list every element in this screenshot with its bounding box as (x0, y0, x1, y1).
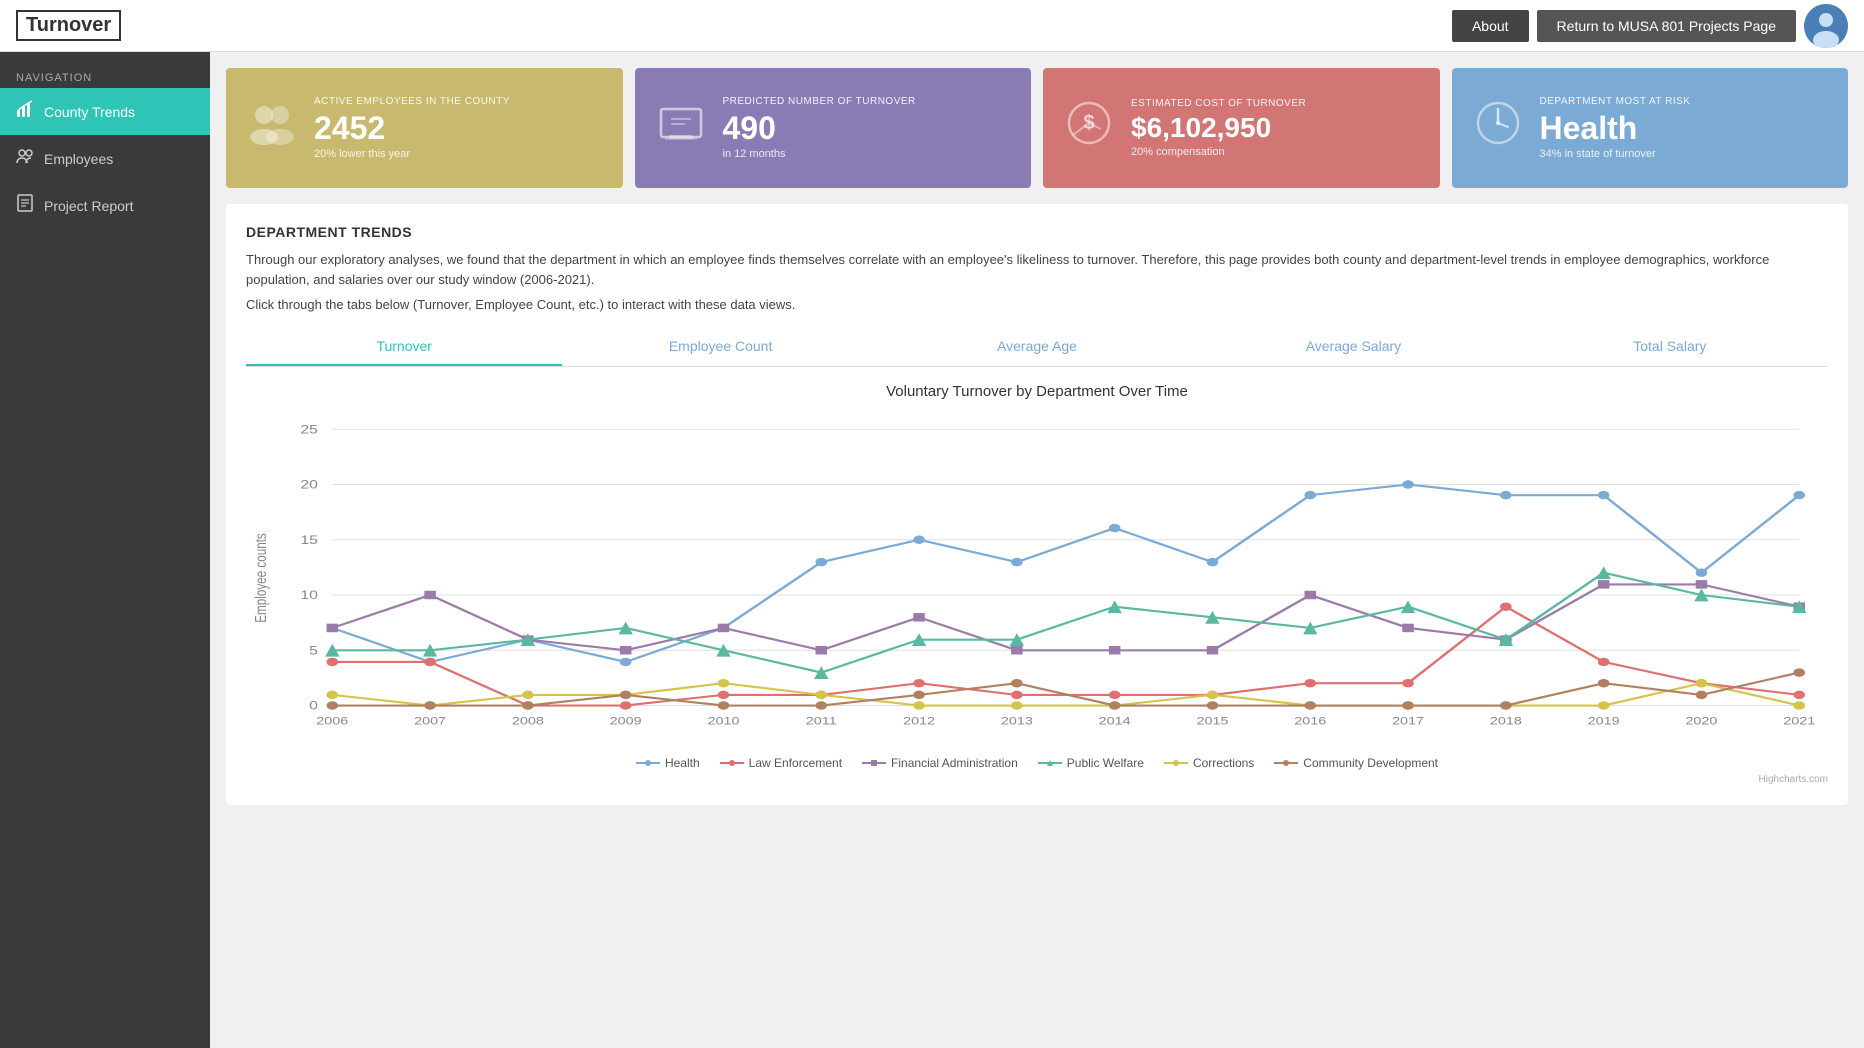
svg-text:2008: 2008 (512, 715, 544, 727)
tab-turnover[interactable]: Turnover (246, 328, 562, 366)
svg-text:10: 10 (300, 588, 318, 601)
employees-icon (16, 147, 34, 170)
sidebar-item-employees[interactable]: Employees (0, 135, 210, 182)
dept-at-risk-value: Health (1540, 111, 1691, 146)
chart-title: Voluntary Turnover by Department Over Ti… (246, 383, 1828, 400)
svg-text:2007: 2007 (414, 715, 446, 727)
line-chart-svg: Employee counts 25 20 15 (246, 408, 1828, 748)
dept-at-risk-text: DEPARTMENT MOST AT RISK Health 34% in st… (1540, 96, 1691, 160)
card-estimated-cost: $ ESTIMATED COST OF TURNOVER $6,102,950 … (1043, 68, 1440, 188)
trends-instruction: Click through the tabs below (Turnover, … (246, 297, 1828, 312)
nav-label: NAVIGATION (0, 64, 210, 88)
predicted-turnover-value: 490 (723, 111, 916, 146)
svg-text:2017: 2017 (1392, 715, 1424, 727)
card-dept-at-risk: DEPARTMENT MOST AT RISK Health 34% in st… (1452, 68, 1849, 188)
svg-text:2016: 2016 (1294, 715, 1326, 727)
tab-average-age[interactable]: Average Age (879, 328, 1195, 366)
header-right: About Return to MUSA 801 Projects Page (1452, 4, 1848, 48)
svg-text:15: 15 (300, 533, 318, 546)
svg-text:5: 5 (309, 644, 318, 657)
tab-total-salary[interactable]: Total Salary (1512, 328, 1828, 366)
estimated-cost-sub: 20% compensation (1131, 146, 1306, 158)
sidebar-item-project-report[interactable]: Project Report (0, 182, 210, 229)
department-trends-section: DEPARTMENT TRENDS Through our explorator… (226, 204, 1848, 805)
county-trends-icon (16, 100, 34, 123)
chart-legend: Health Law Enforcement Financial Adminis… (246, 756, 1828, 770)
predicted-turnover-icon (655, 97, 707, 159)
summary-cards: ACTIVE EMPLOYEES IN THE COUNTY 2452 20% … (226, 68, 1848, 188)
svg-text:20: 20 (300, 478, 318, 491)
sidebar: NAVIGATION County Trends (0, 52, 210, 1048)
sidebar-label-county-trends: County Trends (44, 104, 135, 120)
predicted-turnover-sub: in 12 months (723, 148, 916, 160)
estimated-cost-value: $6,102,950 (1131, 113, 1306, 144)
svg-text:2019: 2019 (1588, 715, 1620, 727)
logo: Turnover (16, 10, 121, 41)
sidebar-item-county-trends[interactable]: County Trends (0, 88, 210, 135)
svg-text:25: 25 (300, 423, 318, 436)
legend-financial-admin: Financial Administration (862, 756, 1018, 770)
dept-at-risk-sub: 34% in state of turnover (1540, 148, 1691, 160)
trends-description: Through our exploratory analyses, we fou… (246, 250, 1828, 289)
legend-community-dev-label: Community Development (1303, 756, 1438, 770)
svg-text:2018: 2018 (1490, 715, 1522, 727)
chart-tabs: Turnover Employee Count Average Age Aver… (246, 328, 1828, 367)
legend-public-welfare-label: Public Welfare (1067, 756, 1144, 770)
active-employees-icon (246, 97, 298, 159)
dept-at-risk-icon (1472, 97, 1524, 159)
svg-text:Employee counts: Employee counts (251, 533, 269, 623)
sidebar-label-employees: Employees (44, 151, 113, 167)
tab-average-salary[interactable]: Average Salary (1195, 328, 1511, 366)
estimated-cost-text: ESTIMATED COST OF TURNOVER $6,102,950 20… (1131, 98, 1306, 158)
card-predicted-turnover: PREDICTED NUMBER OF TURNOVER 490 in 12 m… (635, 68, 1032, 188)
svg-text:0: 0 (309, 699, 318, 712)
predicted-turnover-label: PREDICTED NUMBER OF TURNOVER (723, 96, 916, 107)
legend-financial-admin-label: Financial Administration (891, 756, 1018, 770)
about-button[interactable]: About (1452, 10, 1529, 42)
highcharts-credit: Highcharts.com (246, 774, 1828, 785)
legend-law-enforcement: Law Enforcement (720, 756, 842, 770)
active-employees-label: ACTIVE EMPLOYEES IN THE COUNTY (314, 96, 510, 107)
legend-corrections-label: Corrections (1193, 756, 1254, 770)
legend-community-dev: Community Development (1274, 756, 1438, 770)
legend-corrections: Corrections (1164, 756, 1254, 770)
legend-law-enforcement-label: Law Enforcement (749, 756, 842, 770)
content-area: ACTIVE EMPLOYEES IN THE COUNTY 2452 20% … (210, 52, 1864, 1048)
sidebar-label-project-report: Project Report (44, 198, 133, 214)
svg-text:2012: 2012 (903, 715, 935, 727)
main-layout: NAVIGATION County Trends (0, 52, 1864, 1048)
card-active-employees: ACTIVE EMPLOYEES IN THE COUNTY 2452 20% … (226, 68, 623, 188)
estimated-cost-label: ESTIMATED COST OF TURNOVER (1131, 98, 1306, 109)
chart-area: Voluntary Turnover by Department Over Ti… (246, 383, 1828, 785)
estimated-cost-icon: $ (1063, 97, 1115, 159)
active-employees-value: 2452 (314, 111, 510, 146)
active-employees-text: ACTIVE EMPLOYEES IN THE COUNTY 2452 20% … (314, 96, 510, 160)
chart-wrap: Employee counts 25 20 15 (246, 408, 1828, 748)
svg-text:2013: 2013 (1001, 715, 1033, 727)
svg-text:2009: 2009 (610, 715, 642, 727)
svg-text:2010: 2010 (707, 715, 739, 727)
header: Turnover About Return to MUSA 801 Projec… (0, 0, 1864, 52)
return-button[interactable]: Return to MUSA 801 Projects Page (1537, 10, 1796, 42)
trends-title: DEPARTMENT TRENDS (246, 224, 1828, 240)
legend-public-welfare: Public Welfare (1038, 756, 1144, 770)
svg-text:2006: 2006 (316, 715, 348, 727)
svg-text:2020: 2020 (1685, 715, 1717, 727)
predicted-turnover-text: PREDICTED NUMBER OF TURNOVER 490 in 12 m… (723, 96, 916, 160)
tab-employee-count[interactable]: Employee Count (562, 328, 878, 366)
dept-at-risk-label: DEPARTMENT MOST AT RISK (1540, 96, 1691, 107)
svg-text:2015: 2015 (1196, 715, 1228, 727)
avatar (1804, 4, 1848, 48)
project-report-icon (16, 194, 34, 217)
svg-text:2014: 2014 (1099, 715, 1131, 727)
legend-health-label: Health (665, 756, 700, 770)
svg-text:2021: 2021 (1783, 715, 1815, 727)
svg-text:2011: 2011 (806, 715, 837, 727)
active-employees-sub: 20% lower this year (314, 148, 510, 160)
legend-health: Health (636, 756, 700, 770)
